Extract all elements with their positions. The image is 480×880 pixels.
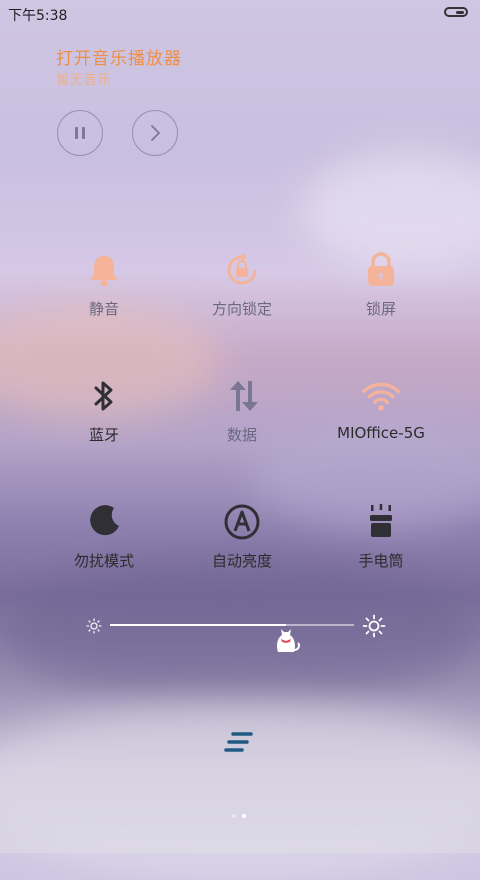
toggle-orientation-lock[interactable]: 方向锁定 <box>172 250 312 340</box>
bell-icon <box>84 250 124 290</box>
pause-icon <box>75 127 85 139</box>
bluetooth-icon <box>84 376 124 416</box>
toggle-wifi-label: MIOffice-5G <box>337 424 425 442</box>
status-bar: 下午5:38 <box>0 0 480 28</box>
auto-brightness-icon <box>222 502 262 542</box>
lock-icon <box>361 250 401 290</box>
music-status: 暂无音乐 <box>56 73 113 88</box>
mobile-data-icon <box>222 376 262 416</box>
brightness-track[interactable] <box>110 624 354 652</box>
toggle-mobile-data-label: 数据 <box>226 426 257 444</box>
chevron-right-icon <box>151 125 160 141</box>
toggle-flashlight[interactable]: 手电筒 <box>311 502 451 592</box>
cat-slider-handle-icon[interactable] <box>268 618 304 654</box>
page-indicator <box>230 811 254 821</box>
toggle-do-not-disturb[interactable]: 勿扰模式 <box>34 502 174 592</box>
toggle-mobile-data[interactable]: 数据 <box>172 376 312 466</box>
toggle-silent[interactable]: 静音 <box>34 250 174 340</box>
toggle-wifi[interactable]: MIOffice-5G <box>311 376 451 466</box>
brightness-slider[interactable] <box>84 612 394 652</box>
page-dot <box>232 814 236 818</box>
flashlight-icon <box>361 502 401 542</box>
menu-lines-icon[interactable] <box>224 730 254 754</box>
toggle-do-not-disturb-label: 勿扰模式 <box>73 552 134 570</box>
next-button[interactable] <box>132 110 178 156</box>
moon-icon <box>84 502 124 542</box>
wifi-icon <box>361 376 401 416</box>
pause-button[interactable] <box>57 110 103 156</box>
toggle-silent-label: 静音 <box>88 300 119 318</box>
toggle-auto-brightness[interactable]: 自动亮度 <box>172 502 312 592</box>
brightness-fill <box>110 624 286 626</box>
toggle-bluetooth[interactable]: 蓝牙 <box>34 376 174 466</box>
toggle-lock-screen-label: 锁屏 <box>365 300 396 318</box>
brightness-low-icon <box>86 618 102 634</box>
toggle-orientation-lock-label: 方向锁定 <box>211 300 272 318</box>
battery-icon <box>444 7 468 17</box>
toggle-flashlight-label: 手电筒 <box>358 552 404 570</box>
toggle-auto-brightness-label: 自动亮度 <box>211 552 272 570</box>
page-dot-active <box>242 814 246 818</box>
toggle-lock-screen[interactable]: 锁屏 <box>311 250 451 340</box>
music-player-title[interactable]: 打开音乐播放器 <box>56 44 182 69</box>
status-time: 下午5:38 <box>8 8 68 24</box>
orientation-lock-icon <box>222 250 262 290</box>
toggle-bluetooth-label: 蓝牙 <box>88 426 119 444</box>
brightness-high-icon <box>362 614 386 638</box>
